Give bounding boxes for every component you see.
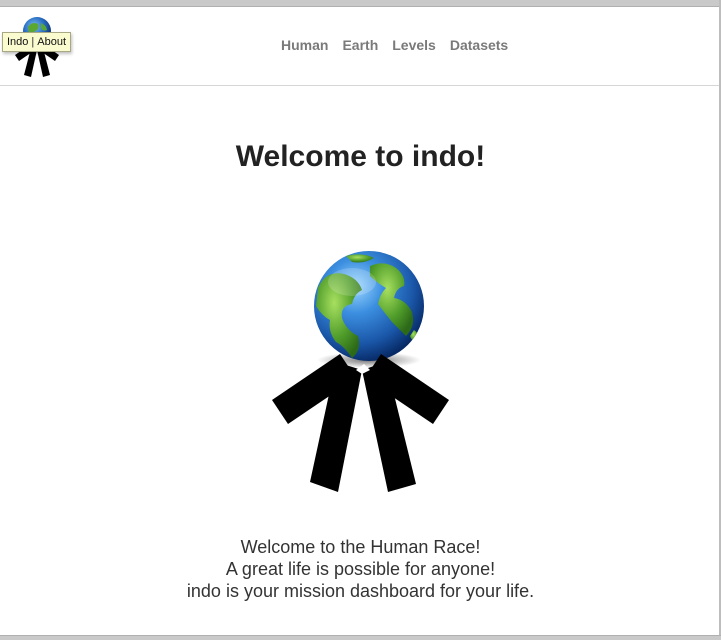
tagline-line-3: indo is your mission dashboard for your … bbox=[186, 581, 535, 601]
nav-item-datasets[interactable]: Datasets bbox=[450, 37, 508, 53]
main-nav: Human Earth Levels Datasets bbox=[281, 37, 522, 53]
tooltip-separator: | bbox=[31, 36, 35, 48]
nav-item-human[interactable]: Human bbox=[281, 37, 328, 53]
window-top-border bbox=[0, 0, 721, 7]
indo-hero-globe-figure-icon bbox=[272, 251, 449, 492]
page-title: Welcome to indo! bbox=[235, 140, 486, 173]
tooltip-about-link[interactable]: About bbox=[37, 36, 66, 48]
tagline-line-2: A great life is possible for anyone! bbox=[225, 559, 496, 579]
window-bottom-border bbox=[0, 635, 721, 640]
site-header: Indo | About Human Earth Levels Datasets bbox=[0, 7, 719, 86]
tooltip-indo-link[interactable]: Indo bbox=[7, 36, 28, 48]
nav-item-levels[interactable]: Levels bbox=[392, 37, 436, 53]
welcome-tagline: Welcome to the Human Race! A great life … bbox=[0, 536, 721, 602]
indo-about-tooltip: Indo | About bbox=[2, 32, 72, 52]
tagline-line-1: Welcome to the Human Race! bbox=[240, 537, 481, 557]
nav-item-earth[interactable]: Earth bbox=[342, 37, 378, 53]
